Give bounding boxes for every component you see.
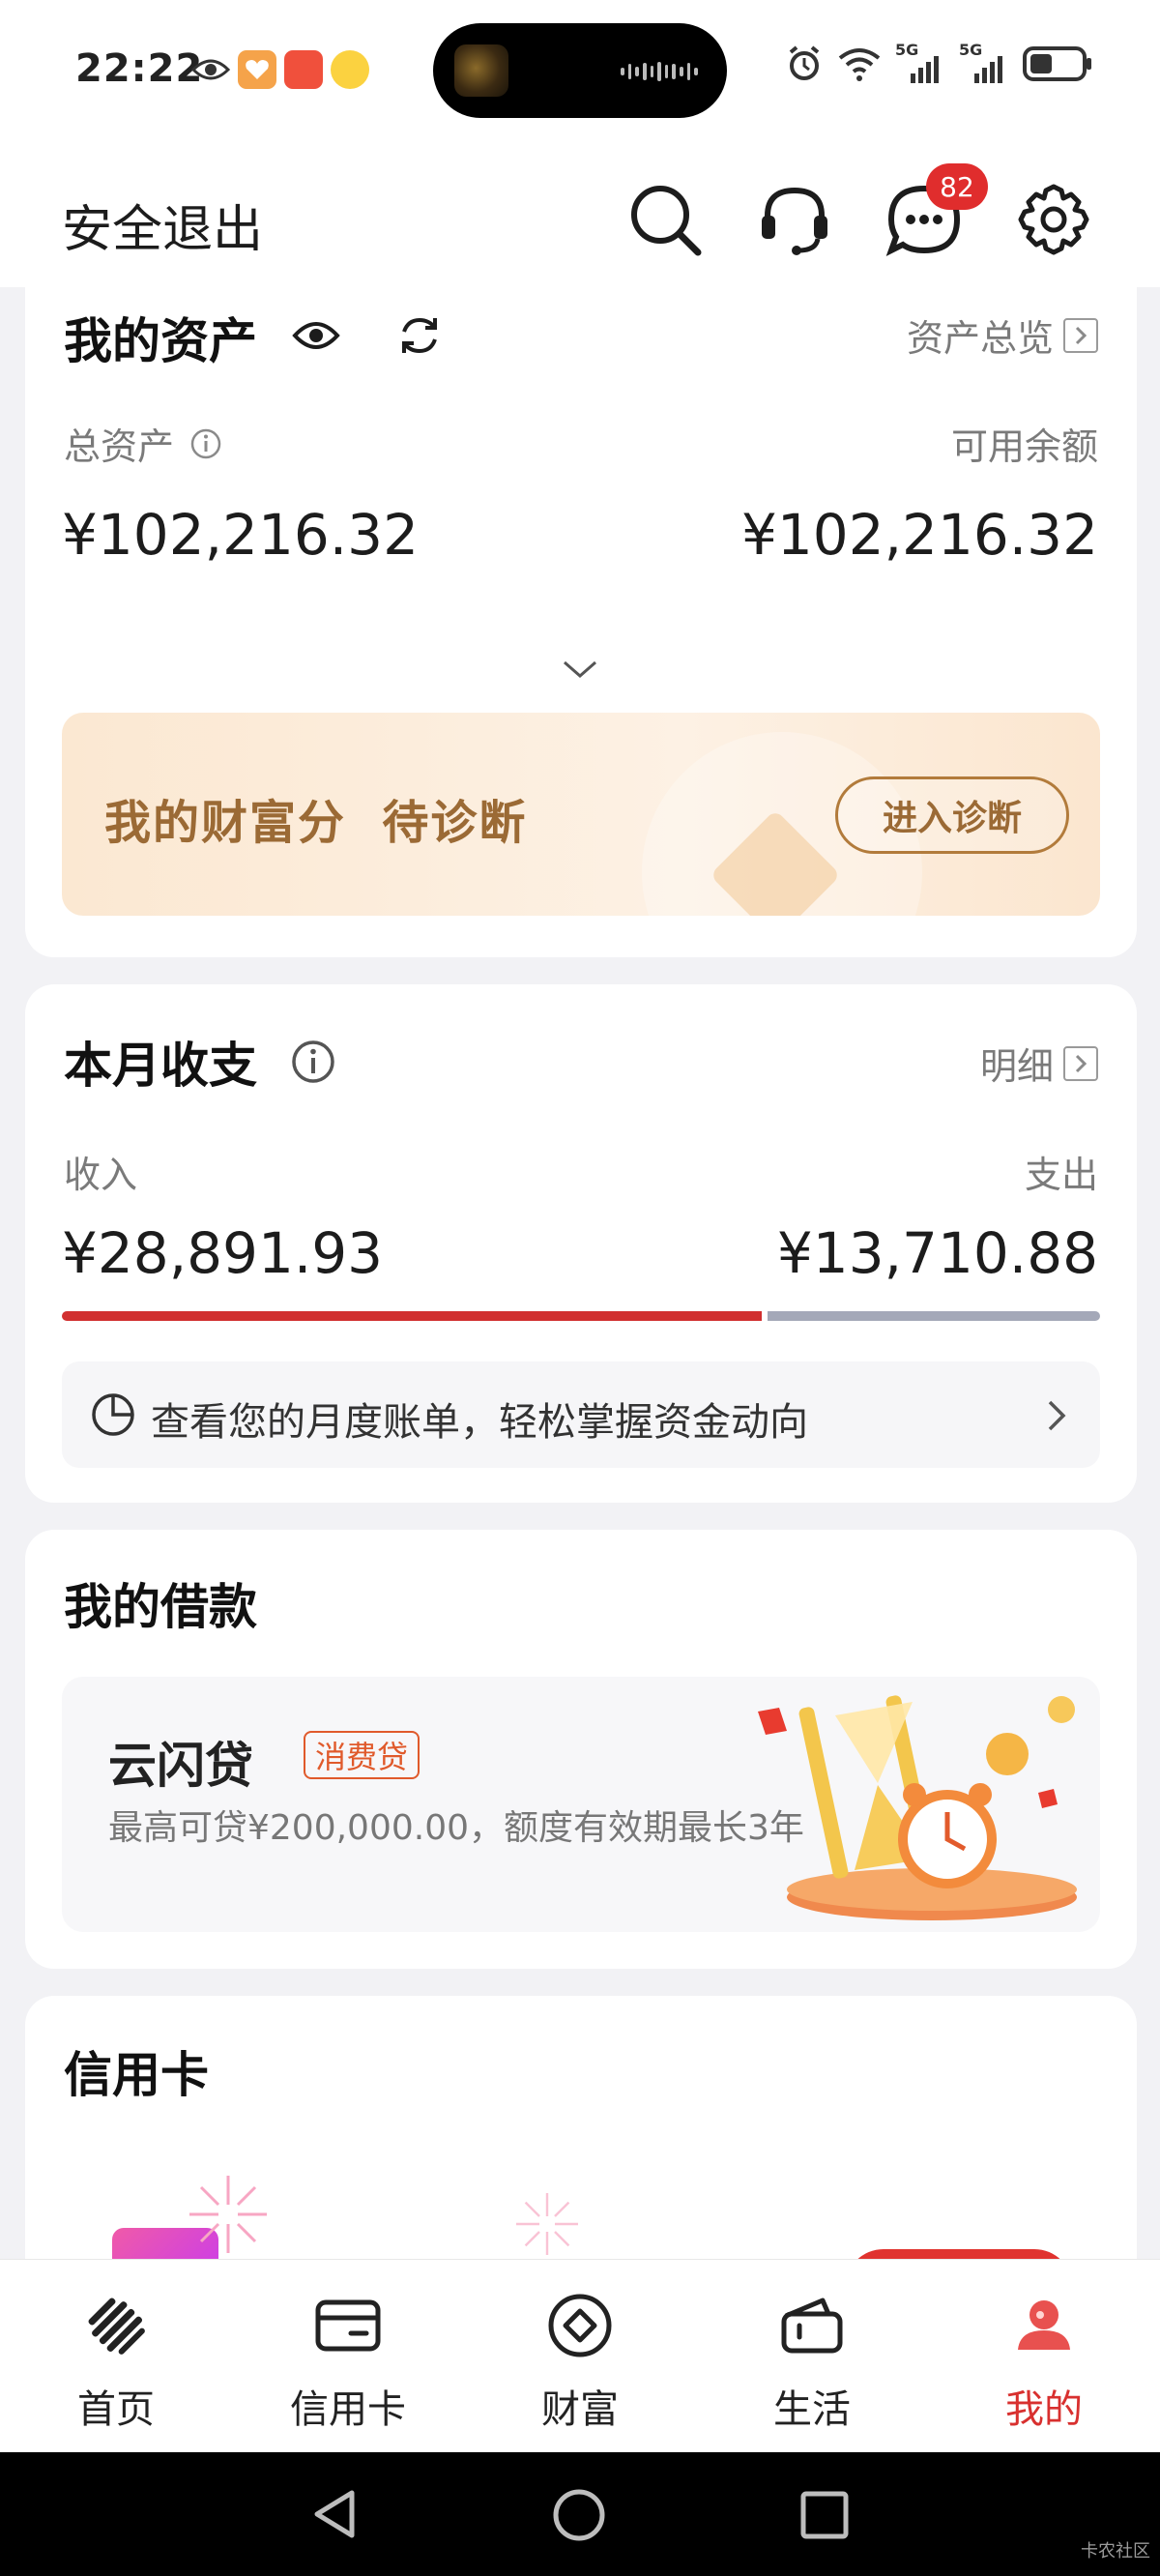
alarm-icon — [789, 45, 820, 80]
expense-bar — [768, 1311, 1100, 1321]
firework-decoration — [189, 2176, 267, 2253]
eye-icon[interactable] — [292, 316, 340, 359]
app-header: 安全退出 82 — [0, 140, 1160, 287]
nav-life[interactable]: 生活 — [715, 2287, 909, 2434]
signal-icon: 5G — [895, 41, 945, 83]
monthly-title: 本月收支 — [64, 1038, 257, 1094]
system-navigation-bar: 卡农社区 — [0, 2452, 1160, 2576]
home-circle-icon[interactable] — [551, 2487, 607, 2543]
nav-credit-card-label: 信用卡 — [290, 2387, 406, 2432]
message-badge: 82 — [926, 163, 988, 210]
chevron-right-icon — [1063, 317, 1098, 353]
available-balance-label: 可用余额 — [950, 425, 1098, 468]
hourglass-clock-illustration — [758, 1695, 1077, 1920]
monthly-detail-label: 明细 — [979, 1045, 1054, 1088]
dynamic-island — [433, 23, 727, 118]
wealth-score-text: 我的财富分 待诊断 — [104, 796, 528, 850]
income-value: ¥28,891.93 — [62, 1220, 384, 1286]
headset-icon[interactable] — [754, 179, 835, 260]
nav-credit-card[interactable]: 信用卡 — [251, 2287, 445, 2434]
status-notification-icons — [191, 50, 369, 89]
nav-wealth[interactable]: 财富 — [483, 2287, 677, 2434]
monthly-bill-row[interactable]: 查看您的月度账单，轻松掌握资金动向 — [62, 1361, 1100, 1468]
expense-value: ¥13,710.88 — [776, 1220, 1098, 1286]
income-label: 收入 — [64, 1154, 138, 1196]
loan-product-tag: 消费贷 — [304, 1731, 420, 1779]
nav-mine[interactable]: 我的 — [947, 2287, 1141, 2434]
my-loan-card: 我的借款 云闪贷 消费贷 最高可贷¥200,000.00，额度有效期最长3年 — [25, 1530, 1137, 1969]
loan-title: 我的借款 — [64, 1579, 257, 1635]
monthly-bill-text: 查看您的月度账单，轻松掌握资金动向 — [151, 1400, 808, 1445]
monthly-detail-link[interactable]: 明细 — [980, 1037, 1098, 1090]
info-icon[interactable] — [189, 427, 222, 460]
status-time: 22:22 — [75, 46, 204, 91]
profile-icon — [1005, 2287, 1083, 2364]
status-bar: 22:22 5G 5G — [0, 0, 1160, 140]
chevron-down-icon[interactable] — [561, 659, 599, 686]
search-icon[interactable] — [624, 179, 706, 260]
asset-overview-label: 资产总览 — [906, 317, 1054, 360]
weibo-app-icon — [331, 50, 369, 89]
assets-title: 我的资产 — [64, 313, 257, 369]
loan-product-name: 云闪贷 — [108, 1738, 253, 1794]
status-system-icons: 5G 5G — [785, 41, 1092, 83]
media-artwork — [454, 44, 508, 97]
safe-logout-button[interactable]: 安全退出 — [62, 189, 263, 261]
nav-wealth-label: 财富 — [541, 2387, 619, 2432]
recent-apps-icon[interactable] — [798, 2489, 851, 2541]
total-assets-label: 总资产 — [64, 425, 175, 468]
health-app-icon — [238, 50, 276, 89]
credit-card-title: 信用卡 — [64, 2047, 209, 2103]
card-icon — [309, 2287, 387, 2364]
credit-card-section: 信用卡 — [25, 1996, 1137, 2286]
firework-decoration — [516, 2193, 578, 2255]
assets-card: 我的资产 资产总览 总资产 可用余额 ¥102,216.32 ¥102,216.… — [25, 287, 1137, 957]
loan-description: 最高可贷¥200,000.00，额度有效期最长3年 — [108, 1808, 804, 1848]
wealth-score-banner[interactable]: 我的财富分 待诊断 进入诊断 — [62, 713, 1100, 916]
gear-icon[interactable] — [1013, 179, 1094, 260]
video-app-icon — [284, 50, 323, 89]
watermark-text: 卡农社区 — [1081, 2541, 1150, 2561]
nav-life-label: 生活 — [773, 2387, 851, 2432]
available-balance-value: ¥102,216.32 — [741, 502, 1098, 568]
audio-wave-icon — [621, 62, 699, 81]
wifi-icon — [838, 48, 881, 81]
refresh-icon[interactable] — [396, 312, 443, 363]
chevron-right-icon — [1048, 1400, 1066, 1431]
wallet-icon — [773, 2287, 851, 2364]
home-logo-icon — [77, 2287, 155, 2364]
income-bar — [62, 1311, 762, 1321]
nav-home[interactable]: 首页 — [19, 2287, 213, 2434]
total-assets-value: ¥102,216.32 — [62, 502, 419, 568]
monthly-title-row: 本月收支 — [64, 1027, 336, 1097]
battery-icon — [1023, 46, 1091, 81]
asset-overview-link[interactable]: 资产总览 — [907, 308, 1098, 362]
nav-home-label: 首页 — [77, 2387, 155, 2432]
monthly-income-expense-card: 本月收支 明细 收入 支出 ¥28,891.93 ¥13,710.88 查看您的… — [25, 984, 1137, 1503]
yunshandai-loan-item[interactable]: 云闪贷 消费贷 最高可贷¥200,000.00，额度有效期最长3年 — [62, 1677, 1100, 1932]
nav-mine-label: 我的 — [1005, 2387, 1083, 2432]
back-icon[interactable] — [307, 2487, 362, 2541]
expense-label: 支出 — [1024, 1154, 1098, 1196]
wealth-diamond-icon — [541, 2287, 619, 2364]
info-icon[interactable] — [290, 1039, 336, 1085]
chevron-right-icon — [1063, 1045, 1098, 1081]
total-assets-label-row: 总资产 — [64, 417, 222, 470]
enter-diagnosis-button[interactable]: 进入诊断 — [835, 776, 1069, 854]
bottom-nav: 首页 信用卡 财富 生活 我的 — [0, 2259, 1160, 2452]
pie-chart-icon — [92, 1393, 134, 1436]
eye-icon — [191, 50, 230, 89]
signal-icon: 5G — [959, 41, 1009, 83]
